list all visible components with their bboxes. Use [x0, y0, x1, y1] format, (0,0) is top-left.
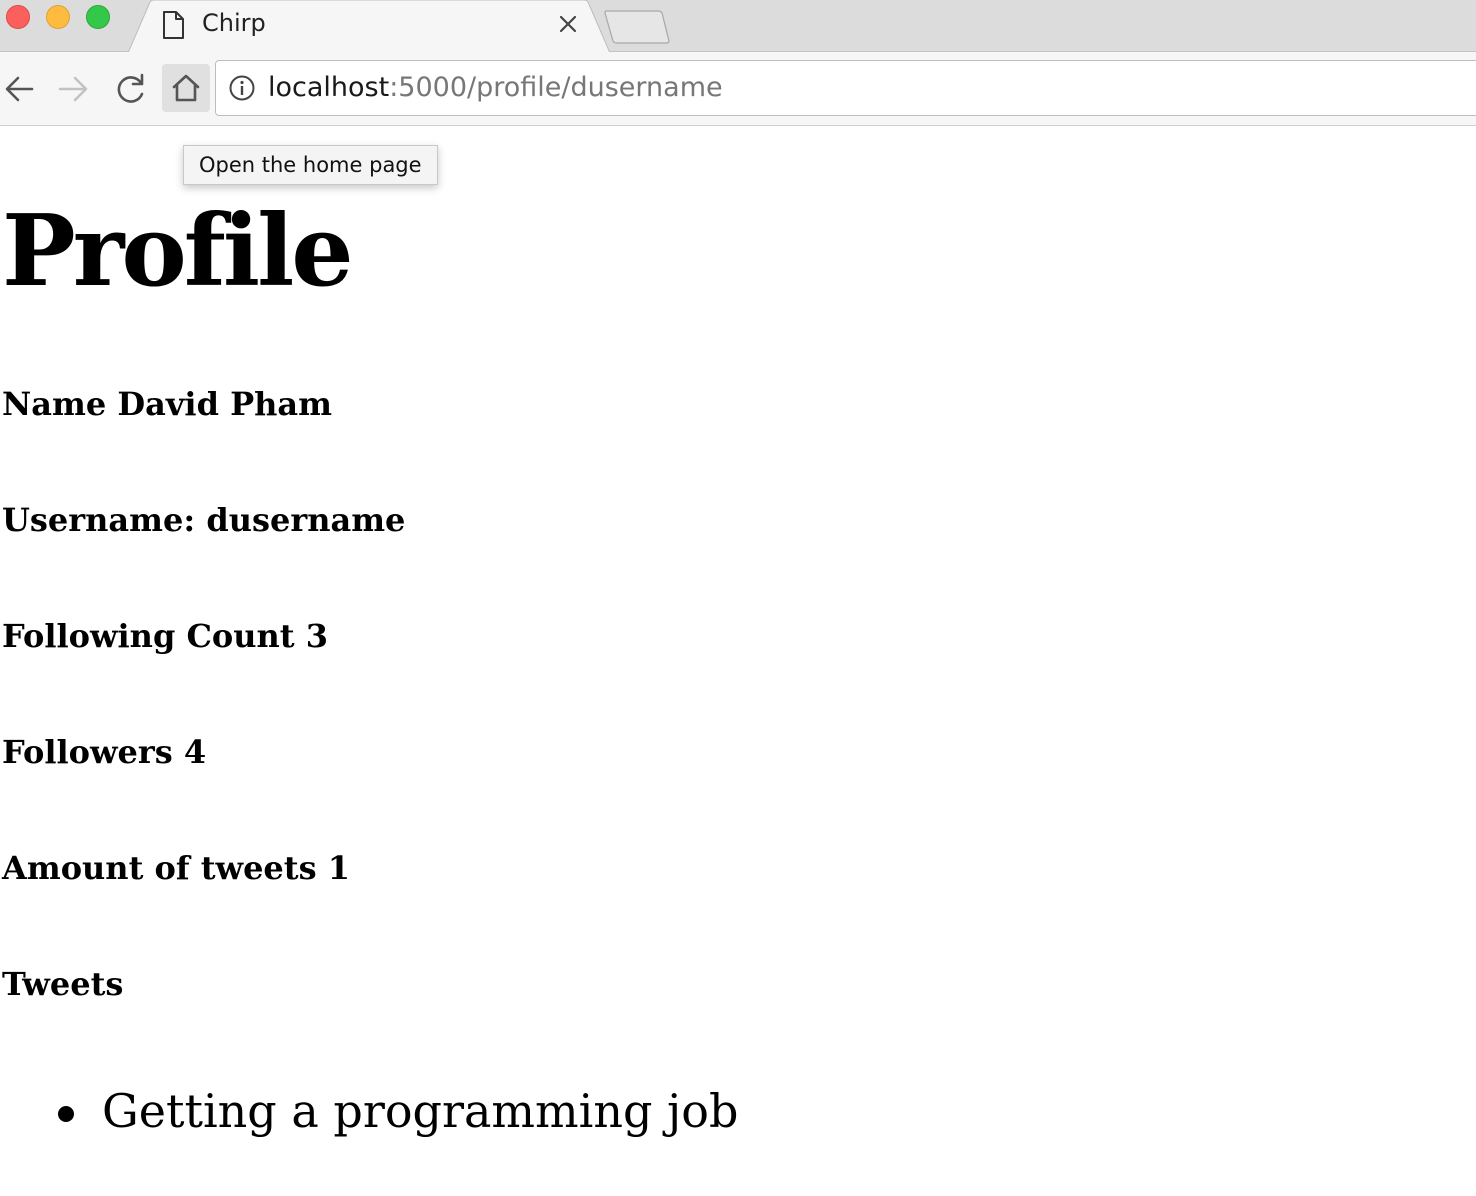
- address-bar[interactable]: localhost:5000/profile/dusername: [215, 60, 1476, 116]
- followers-count: Followers 4: [2, 733, 207, 771]
- tab-title: Chirp: [202, 9, 266, 37]
- tweets-heading: Tweets: [2, 965, 124, 1003]
- following-count: Following Count 3: [2, 617, 328, 655]
- tweet-list: Getting a programming job: [0, 1080, 738, 1142]
- url-text[interactable]: localhost:5000/profile/dusername: [268, 71, 723, 105]
- window-close-button[interactable]: [6, 5, 30, 29]
- info-icon[interactable]: [228, 74, 256, 106]
- list-item: Getting a programming job: [0, 1080, 738, 1142]
- profile-name: Name David Pham: [2, 385, 333, 423]
- new-tab-icon[interactable]: [602, 10, 672, 44]
- window-maximize-button[interactable]: [86, 5, 110, 29]
- home-icon[interactable]: [162, 64, 210, 112]
- profile-username: Username: dusername: [2, 501, 406, 539]
- tweet-text: Getting a programming job: [102, 1084, 739, 1138]
- tweet-count: Amount of tweets 1: [2, 849, 350, 887]
- page-title: Profile: [2, 194, 354, 309]
- url-host: localhost: [268, 72, 390, 103]
- reload-icon[interactable]: [108, 66, 154, 112]
- close-icon[interactable]: [556, 12, 580, 36]
- browser-toolbar: localhost:5000/profile/dusername: [0, 52, 1476, 126]
- tab-chirp[interactable]: Chirp: [128, 0, 610, 53]
- tab-shape: [128, 0, 610, 53]
- url-path: :5000/profile/dusername: [389, 72, 723, 103]
- tab-strip: Chirp: [0, 0, 1476, 53]
- home-tooltip: Open the home page: [183, 145, 438, 185]
- arrow-left-icon[interactable]: [0, 66, 46, 112]
- bullet-icon: [58, 1106, 74, 1122]
- window-minimize-button[interactable]: [46, 5, 70, 29]
- arrow-right-icon[interactable]: [52, 66, 98, 112]
- document-icon: [162, 11, 184, 43]
